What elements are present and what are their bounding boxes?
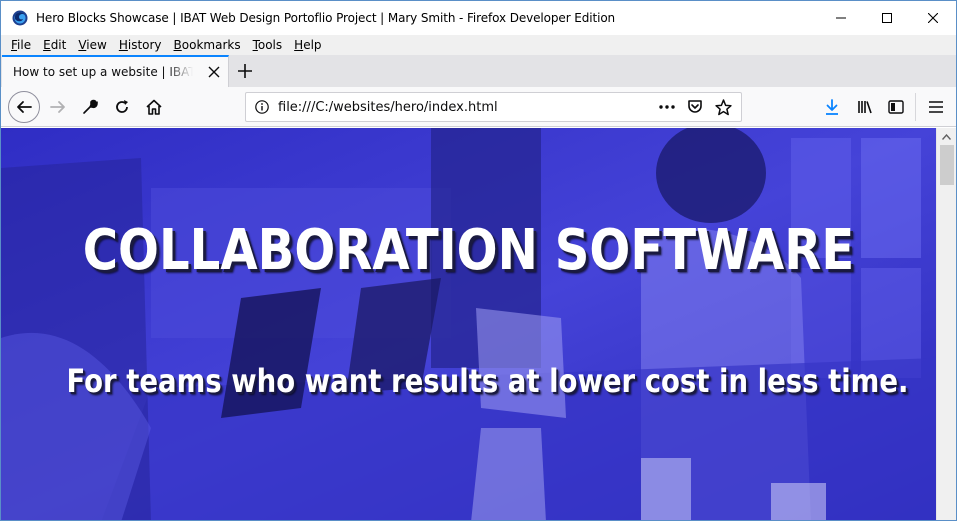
menu-tools-label: ools [257, 38, 283, 52]
url-bar[interactable]: file:///C:/websites/hero/index.html [245, 92, 742, 122]
plus-icon [238, 64, 252, 78]
title-bar: Hero Blocks Showcase | IBAT Web Design P… [1, 1, 956, 35]
pocket-icon [688, 100, 702, 113]
sidebar-button[interactable] [881, 92, 911, 122]
menu-bookmarks-accel: B [173, 38, 182, 52]
menu-help[interactable]: Help [288, 38, 327, 52]
menu-history-accel: H [118, 38, 128, 52]
menu-history[interactable]: History [113, 38, 168, 52]
star-icon [714, 98, 732, 115]
maximize-icon [882, 13, 892, 23]
reload-icon [116, 100, 128, 113]
close-button[interactable] [910, 1, 956, 35]
menu-file[interactable]: File [5, 38, 37, 52]
download-arrow-icon [826, 99, 838, 115]
window-title: Hero Blocks Showcase | IBAT Web Design P… [36, 11, 616, 25]
wrench-icon [83, 99, 98, 114]
menu-bar: File Edit View History Bookmarks Tools H… [1, 35, 956, 55]
home-button[interactable] [139, 92, 169, 122]
tab-title: How to set up a website | IBAT Portfolio [13, 65, 193, 79]
menu-bookmarks-label: ookmarks [181, 38, 241, 52]
tab-active[interactable]: How to set up a website | IBAT Portfolio [2, 55, 229, 87]
hamburger-menu-icon [929, 101, 943, 113]
home-icon [146, 99, 162, 115]
hero-background-image [1, 128, 936, 520]
pocket-button[interactable] [681, 95, 709, 119]
menu-file-label: ile [17, 38, 32, 52]
scroll-thumb[interactable] [940, 145, 954, 185]
menu-help-accel: H [294, 38, 304, 52]
menu-edit-accel: E [43, 38, 51, 52]
menu-help-label: elp [303, 38, 322, 52]
back-arrow-icon [17, 101, 32, 113]
library-icon [858, 101, 872, 114]
minimize-button[interactable] [818, 1, 864, 35]
menu-history-label: istory [127, 38, 162, 52]
forward-arrow-icon [50, 101, 65, 113]
tab-strip: How to set up a website | IBAT Portfolio [1, 55, 956, 87]
page-content: COLLABORATION SOFTWARE For teams who wan… [1, 128, 936, 520]
new-tab-button[interactable] [233, 59, 257, 83]
firefox-developer-icon [12, 10, 28, 26]
forward-button[interactable] [43, 92, 73, 122]
menu-view-label: iew [86, 38, 107, 52]
window-controls [818, 1, 956, 35]
back-button[interactable] [8, 91, 40, 123]
close-icon [928, 13, 938, 23]
chevron-up-icon [942, 133, 951, 140]
reload-button[interactable] [107, 92, 137, 122]
menu-edit-label: dit [50, 38, 67, 52]
site-info-button[interactable] [246, 100, 278, 114]
downloads-button[interactable] [817, 92, 847, 122]
hero-title: COLLABORATION SOFTWARE [82, 218, 855, 283]
page-actions [653, 95, 737, 119]
menu-edit[interactable]: Edit [37, 38, 72, 52]
maximize-button[interactable] [864, 1, 910, 35]
open-menu-button[interactable] [921, 92, 951, 122]
toolbar-separator [915, 93, 916, 121]
minimize-icon [836, 17, 846, 19]
menu-bookmarks[interactable]: Bookmarks [168, 38, 247, 52]
scroll-up-button[interactable] [937, 128, 956, 145]
tab-close-icon[interactable] [208, 66, 220, 78]
bookmark-star-button[interactable] [709, 95, 737, 119]
info-icon [255, 100, 269, 114]
library-button[interactable] [850, 92, 880, 122]
navigation-toolbar: file:///C:/websites/hero/index.html [1, 87, 956, 127]
hero-subtitle: For teams who want results at lower cost… [66, 362, 909, 400]
menu-tools[interactable]: Tools [247, 38, 289, 52]
menu-view[interactable]: View [72, 38, 112, 52]
browser-window: Hero Blocks Showcase | IBAT Web Design P… [0, 0, 957, 521]
devtools-button[interactable] [75, 92, 105, 122]
page-actions-button[interactable] [653, 95, 681, 119]
url-text[interactable]: file:///C:/websites/hero/index.html [278, 100, 498, 115]
sidebar-icon [888, 100, 904, 114]
vertical-scrollbar[interactable] [936, 128, 956, 520]
more-dots-icon [659, 105, 675, 109]
